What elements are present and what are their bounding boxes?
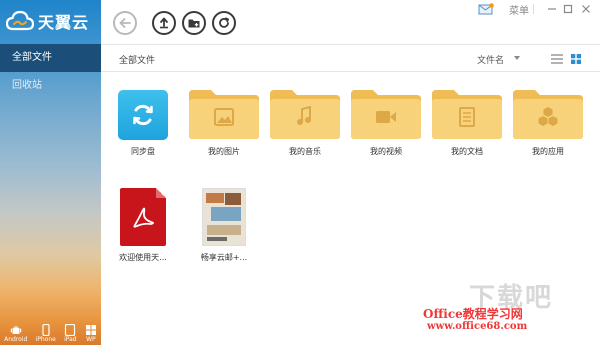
device-download-bar: Android iPhone iPad WP xyxy=(0,319,101,345)
mail-icon xyxy=(478,3,494,15)
folder-my-pictures[interactable]: 我的图片 xyxy=(184,84,264,157)
sort-dropdown[interactable]: 文件名 xyxy=(477,53,504,66)
watermark: 下载吧 Office教程学习网 www.office68.com xyxy=(423,275,593,339)
pdf-icon xyxy=(133,207,154,228)
sidebar-item-label: 全部文件 xyxy=(12,52,52,63)
file-item-sync-disk[interactable]: 同步盘 xyxy=(103,84,183,157)
arrow-left-icon xyxy=(119,18,131,28)
file-thumbnail xyxy=(106,84,180,140)
breadcrumb[interactable]: 全部文件 xyxy=(119,53,155,66)
upload-icon xyxy=(160,17,168,29)
new-folder-icon xyxy=(188,19,200,28)
back-button[interactable] xyxy=(113,11,137,35)
upload-button[interactable] xyxy=(152,11,176,35)
chevron-down-icon[interactable] xyxy=(514,56,520,60)
device-label: WP xyxy=(86,336,96,343)
cloud-logo-icon xyxy=(6,10,34,31)
folder-my-documents[interactable]: 我的文档 xyxy=(427,84,507,157)
file-thumbnail xyxy=(187,84,261,140)
file-name: 我的图片 xyxy=(208,147,240,156)
pdf-file xyxy=(120,188,166,246)
maximize-button[interactable] xyxy=(561,2,575,16)
device-label: iPad xyxy=(64,336,77,343)
maximize-icon xyxy=(563,4,573,14)
path-bar: 全部文件 文件名 xyxy=(101,44,600,72)
sync-folder xyxy=(118,90,168,140)
minimize-button[interactable] xyxy=(545,2,559,16)
file-name: 畅享云邮+... xyxy=(200,253,248,262)
sidebar-item-all-files[interactable]: 全部文件 xyxy=(0,44,101,72)
folder-icon xyxy=(187,88,261,140)
sidebar-item-recycle-bin[interactable]: 回收站 xyxy=(0,72,101,100)
file-name: 同步盘 xyxy=(131,147,155,156)
folder-my-videos[interactable]: 我的视频 xyxy=(346,84,426,157)
minimize-icon xyxy=(548,8,556,10)
toolbar: 菜单 xyxy=(101,0,600,44)
folder-icon xyxy=(511,88,585,140)
android-icon xyxy=(10,326,21,334)
device-label: iPhone xyxy=(35,336,56,343)
list-view-icon[interactable] xyxy=(551,54,563,64)
file-thumbnail xyxy=(187,186,261,246)
device-ipad[interactable]: iPad xyxy=(64,324,77,343)
new-folder-button[interactable] xyxy=(182,11,206,35)
folder-my-apps[interactable]: 我的应用 xyxy=(508,84,588,157)
grid-view-icon[interactable] xyxy=(571,54,581,64)
watermark-site-name: Office教程学习网 xyxy=(423,307,523,321)
device-iphone[interactable]: iPhone xyxy=(36,324,56,343)
refresh-button[interactable] xyxy=(212,11,236,35)
folder-my-music[interactable]: 我的音乐 xyxy=(265,84,345,157)
sync-icon xyxy=(133,104,153,126)
folder-icon xyxy=(430,88,504,140)
message-button[interactable] xyxy=(477,2,495,16)
file-thumbnail xyxy=(106,186,180,246)
app-name: 天翼云 xyxy=(38,13,90,32)
app-logo: 天翼云 xyxy=(6,8,89,34)
image-thumbnail xyxy=(202,188,246,246)
folder-icon xyxy=(349,88,423,140)
divider xyxy=(533,4,534,14)
file-thumbnail xyxy=(511,84,585,140)
close-button[interactable] xyxy=(579,2,593,16)
file-name: 我的音乐 xyxy=(289,147,321,156)
device-wp[interactable]: WP xyxy=(85,324,97,343)
file-thumbnail xyxy=(430,84,504,140)
file-name: 我的视频 xyxy=(370,147,402,156)
device-android[interactable]: Android xyxy=(4,324,27,343)
sidebar: 天翼云 全部文件 回收站 Android iPhone iPad WP xyxy=(0,0,101,345)
device-label: Android xyxy=(4,336,28,343)
file-name: 我的应用 xyxy=(532,147,564,156)
file-item-image[interactable]: 畅享云邮+... xyxy=(184,186,264,263)
folder-icon xyxy=(268,88,342,140)
menu-button[interactable]: 菜单 xyxy=(507,2,531,17)
close-icon xyxy=(582,5,590,13)
iphone-icon xyxy=(42,324,50,336)
file-name: 我的文档 xyxy=(451,147,483,156)
windows-phone-icon xyxy=(85,325,96,335)
ipad-icon xyxy=(65,324,76,336)
file-thumbnail xyxy=(349,84,423,140)
file-item-pdf[interactable]: 欢迎使用天... xyxy=(103,186,183,263)
file-thumbnail xyxy=(268,84,342,140)
watermark-url: www.office68.com xyxy=(427,321,528,332)
refresh-icon xyxy=(219,17,229,28)
sidebar-item-label: 回收站 xyxy=(12,80,42,91)
file-name: 欢迎使用天... xyxy=(119,253,167,262)
